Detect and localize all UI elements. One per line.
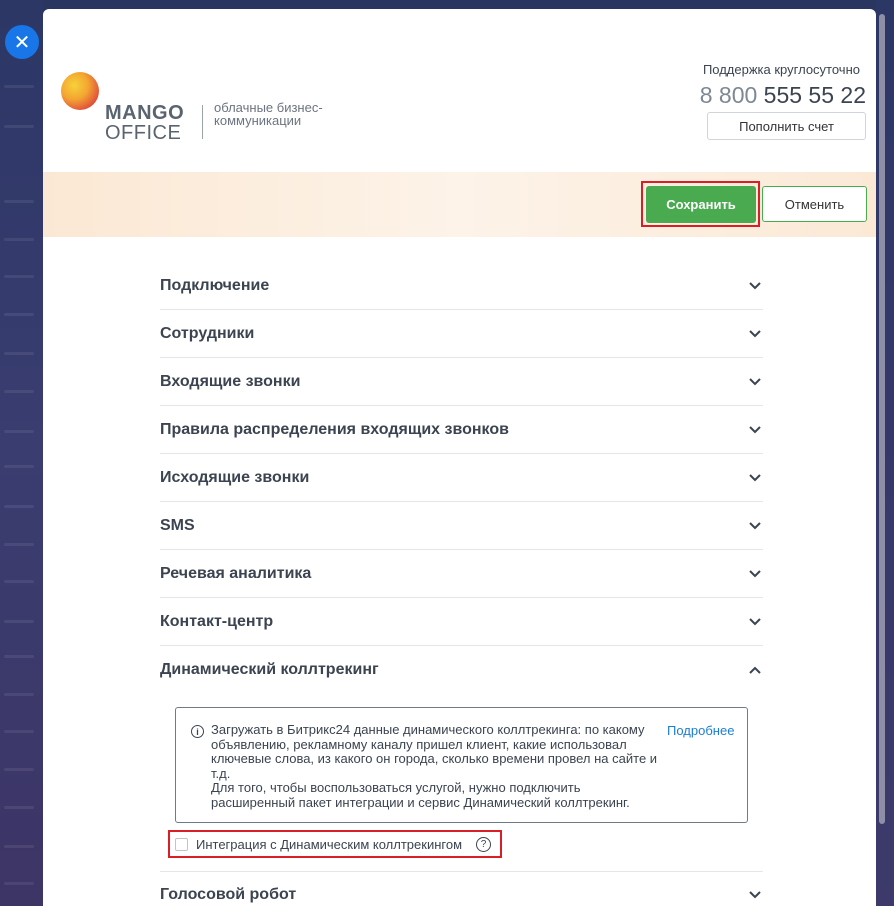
chevron-down-icon — [747, 614, 763, 630]
topup-button[interactable]: Пополнить счет — [707, 112, 866, 140]
section-label: SMS — [160, 516, 195, 534]
section-label: Подключение — [160, 276, 270, 294]
section-incoming-calls[interactable]: Входящие звонки — [160, 358, 763, 406]
logo-divider — [202, 105, 203, 139]
section-label: Речевая аналитика — [160, 564, 312, 582]
help-icon[interactable]: ? — [476, 837, 491, 852]
chevron-down-icon — [747, 278, 763, 294]
integration-settings-panel: MANGO OFFICE облачные бизнес-коммуникаци… — [43, 9, 876, 906]
info-paragraph: Загружать в Битрикс24 данные динамическо… — [211, 722, 658, 781]
section-label: Правила распределения входящих звонков — [160, 420, 509, 438]
section-connection[interactable]: Подключение — [160, 262, 763, 310]
close-icon: ✕ — [13, 31, 31, 54]
support-label: Поддержка круглосуточно — [702, 62, 860, 77]
calltracking-integration-label[interactable]: Интеграция с Динамическим коллтрекингом — [196, 837, 462, 852]
more-info-link[interactable]: Подробнее — [667, 723, 734, 738]
calltracking-info-box: i Загружать в Битрикс24 данные динамичес… — [175, 707, 748, 823]
section-employees[interactable]: Сотрудники — [160, 310, 763, 358]
cancel-button[interactable]: Отменить — [762, 186, 867, 222]
scrollbar[interactable] — [879, 14, 885, 824]
section-distribution-rules[interactable]: Правила распределения входящих звонков — [160, 406, 763, 454]
section-dynamic-calltracking[interactable]: Динамический коллтрекинг — [160, 646, 763, 694]
support-phone: 8 800 555 55 22 — [700, 82, 866, 109]
phone-number: 555 55 22 — [763, 82, 866, 108]
save-button[interactable]: Сохранить — [646, 186, 756, 223]
calltracking-integration-checkbox[interactable] — [175, 838, 188, 851]
mango-logo-icon — [61, 72, 99, 110]
section-label: Динамический коллтрекинг — [160, 661, 379, 678]
section-label: Сотрудники — [160, 324, 255, 342]
chevron-down-icon — [747, 518, 763, 534]
logo-tagline: облачные бизнес-коммуникации — [214, 100, 323, 128]
chevron-up-icon — [747, 662, 763, 678]
chevron-down-icon — [747, 887, 763, 903]
section-outgoing-calls[interactable]: Исходящие звонки — [160, 454, 763, 502]
section-speech-analytics[interactable]: Речевая аналитика — [160, 550, 763, 598]
calltracking-info-text: Загружать в Битрикс24 данные динамическо… — [211, 722, 663, 810]
chevron-down-icon — [747, 422, 763, 438]
section-sms[interactable]: SMS — [160, 502, 763, 550]
chevron-down-icon — [747, 566, 763, 582]
section-label: Входящие звонки — [160, 372, 301, 390]
section-contact-center[interactable]: Контакт-центр — [160, 598, 763, 646]
section-label: Исходящие звонки — [160, 468, 310, 486]
phone-prefix: 8 800 — [699, 82, 758, 108]
info-icon: i — [191, 725, 204, 738]
section-voice-robot[interactable]: Голосовой робот — [160, 875, 763, 906]
chevron-down-icon — [747, 374, 763, 390]
background-app-sidebar — [0, 0, 43, 906]
chevron-down-icon — [747, 470, 763, 486]
logo-word-office: OFFICE — [105, 122, 182, 144]
section-label: Голосовой робот — [160, 886, 297, 903]
divider — [160, 871, 763, 872]
chevron-down-icon — [747, 326, 763, 342]
section-label: Контакт-центр — [160, 612, 274, 630]
settings-accordion: Подключение Сотрудники Входящие звонки П… — [160, 262, 763, 694]
close-button[interactable]: ✕ — [5, 25, 39, 59]
info-paragraph: Для того, чтобы воспользоваться услугой,… — [211, 780, 630, 810]
